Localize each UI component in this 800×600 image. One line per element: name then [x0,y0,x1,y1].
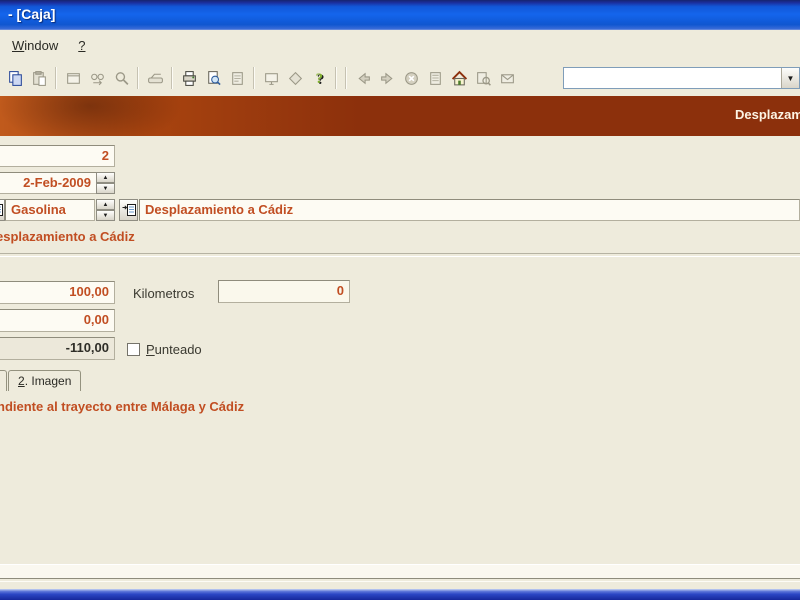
print-icon[interactable] [177,66,201,90]
kilometros-field[interactable]: 0 [218,280,350,303]
fecha-spinner: ▲ ▼ [96,172,115,194]
toolbar: ▼ [0,60,800,96]
kilometros-label: Kilometros [133,286,195,301]
home-icon[interactable] [447,66,471,90]
toolbar-items [3,66,519,90]
scanner-icon[interactable] [143,66,167,90]
save-icon[interactable] [225,66,249,90]
new-window-icon[interactable] [61,66,85,90]
form-header-title: Desplazam [735,107,800,122]
punteado-label[interactable]: Punteado [146,342,202,357]
chevron-down-icon[interactable]: ▼ [781,68,799,88]
title-bar: - [Caja] [0,0,800,30]
numero-field[interactable]: 2 [0,145,115,167]
descripcion-label: esplazamiento a Cádiz [0,229,135,244]
spinner-down-icon[interactable]: ▼ [96,183,115,194]
mail-icon[interactable] [495,66,519,90]
toolbar-separator [253,67,255,89]
paste-icon[interactable] [27,66,51,90]
window-title: - [Caja] [8,6,56,22]
menu-window[interactable]: Window [4,35,66,56]
tab-imagen[interactable]: 2. Imagen [8,370,82,391]
descripcion-field[interactable]: Desplazamiento a Cádiz [139,199,800,221]
toolbar-separator [171,67,173,89]
web-search-icon[interactable] [471,66,495,90]
menu-bar: Window ? [0,30,800,60]
toolbar-separator [55,67,57,89]
address-combo-input[interactable] [564,68,781,88]
forward-icon[interactable] [375,66,399,90]
monitor-icon[interactable] [259,66,283,90]
application-window: - [Caja] Window ? ▼ Desplazam 2 2-Feb-20… [0,0,800,600]
status-divider [0,578,800,582]
spinner-up-icon[interactable]: ▲ [96,199,115,210]
importe2-field[interactable]: 0,00 [0,309,115,332]
menu-help[interactable]: ? [70,35,93,56]
section-divider [0,253,800,257]
toolbar-separator [345,67,347,89]
observaciones-note: ndiente al trayecto entre Málaga y Cádiz [0,399,245,414]
address-combobox[interactable]: ▼ [563,67,800,89]
fecha-field[interactable]: 2-Feb-2009 [0,172,97,194]
find-next-icon[interactable] [85,66,109,90]
spinner-down-icon[interactable]: ▼ [96,210,115,221]
back-icon[interactable] [351,66,375,90]
tab-partial-left[interactable] [0,370,7,391]
publish-icon[interactable] [283,66,307,90]
zoom-icon[interactable] [109,66,133,90]
status-strip [0,564,800,579]
importe-field[interactable]: 100,00 [0,281,115,304]
print-preview-icon[interactable] [201,66,225,90]
refresh-icon[interactable] [423,66,447,90]
concepto-spinner: ▲ ▼ [96,199,115,221]
concepto-field[interactable]: Gasolina [5,199,95,221]
spinner-up-icon[interactable]: ▲ [96,172,115,183]
taskbar-edge [0,589,800,600]
descripcion-lookup-button[interactable] [119,199,138,221]
help-icon[interactable] [307,66,331,90]
copy-icon[interactable] [3,66,27,90]
punteado-checkbox[interactable] [127,343,140,356]
form-header-band: Desplazam [0,96,800,136]
saldo-field[interactable]: -110,00 [0,337,115,360]
toolbar-separator [137,67,139,89]
toolbar-separator [335,67,337,89]
stop-icon[interactable] [399,66,423,90]
lookup-icon [121,202,137,218]
